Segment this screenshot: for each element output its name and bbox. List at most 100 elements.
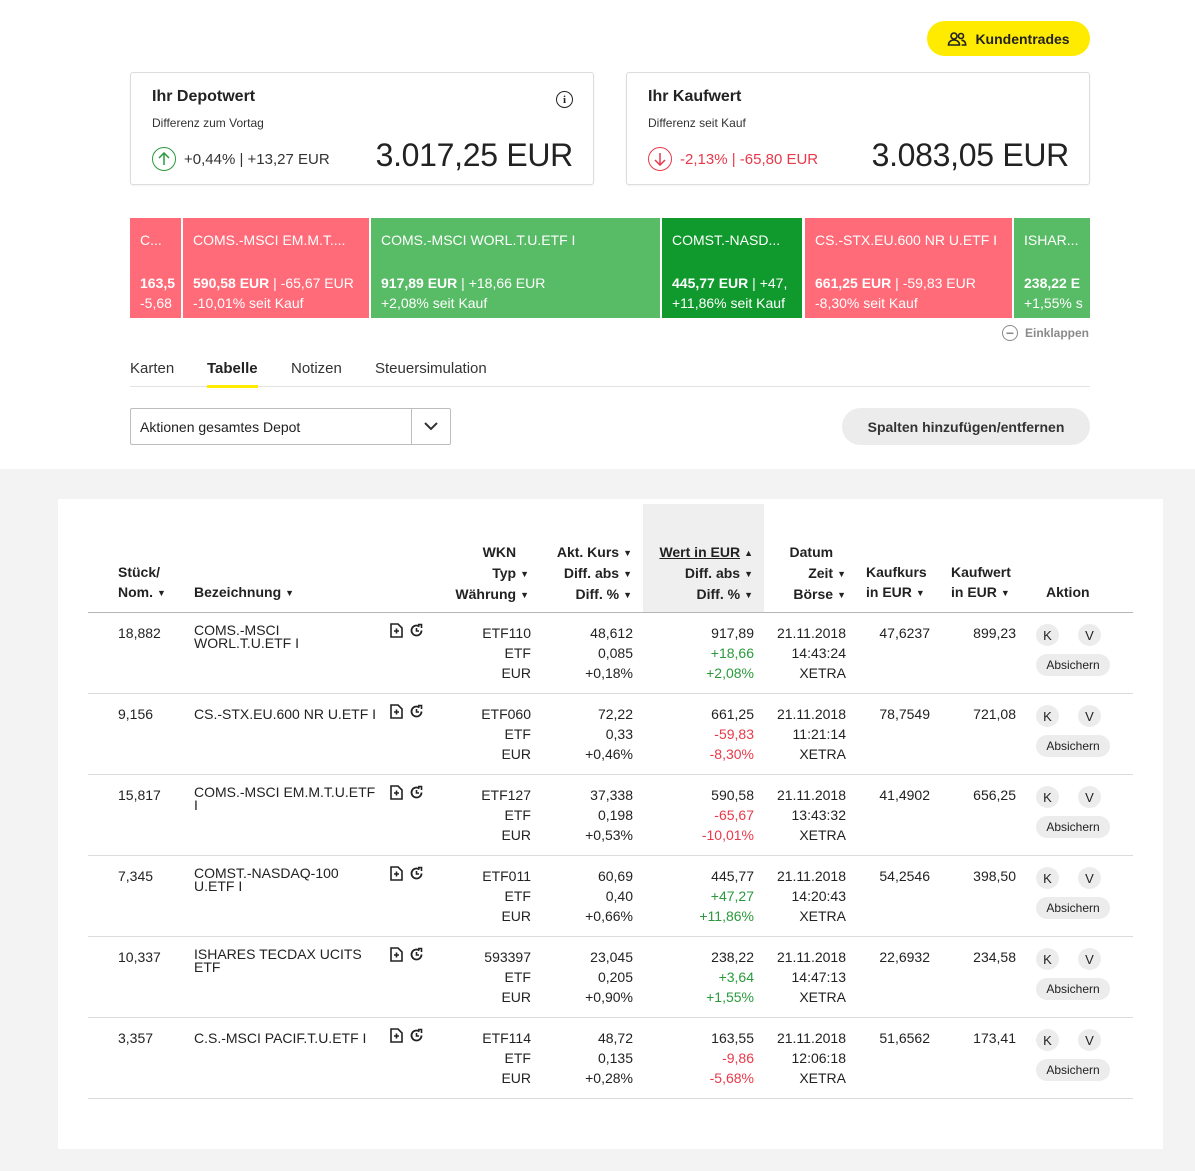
heatmap-tile[interactable]: C... 163,5 -5,68 [130,218,181,318]
kaufen-button[interactable]: K [1036,1029,1059,1051]
kurs-abs-text: 0,198 [597,807,633,823]
heatmap-tile[interactable]: CS.-STX.EU.600 NR U.ETF I 661,25 EUR | -… [805,218,1012,318]
chevron-down-icon: ▼ [744,569,753,579]
depot-select[interactable]: Aktionen gesamtes Depot [130,408,451,445]
einklappen-toggle[interactable]: − Einklappen [1002,325,1089,341]
chevron-down-icon[interactable] [411,409,450,444]
cell-bezeichnung[interactable]: ISHARES TECDAX UCITS ETF [194,947,379,974]
kaufen-button[interactable]: K [1036,705,1059,727]
cell-stueck: 3,357 [118,1030,154,1046]
tile-name: COMS.-MSCI EM.M.T.... [193,232,346,248]
header-text: Börse [793,586,834,602]
header-kaufkurs[interactable]: Kaufkurs in EUR ▼ [866,562,927,603]
kurs-pct-text: +0,46% [585,746,633,762]
absichern-button[interactable]: Absichern [1036,897,1110,919]
typ-text: ETF [504,1050,531,1066]
header-text: Diff. abs [563,565,620,581]
verkaufen-button[interactable]: V [1078,948,1101,970]
heatmap-tile[interactable]: ISHAR... 238,22 E +1,55% s [1014,218,1090,318]
wert-pct-text: -8,30% [709,746,754,762]
history-icon[interactable] [409,947,424,962]
cell-datum: 21.11.2018 13:43:32 XETRA [764,785,846,845]
zeit-text: 13:43:32 [791,807,847,823]
cell-bezeichnung[interactable]: COMST.-NASDAQ-100 U.ETF I [194,866,379,893]
cell-kaufkurs: 78,7549 [879,706,930,722]
absichern-button[interactable]: Absichern [1036,735,1110,757]
zeit-text: 12:06:18 [791,1050,847,1066]
zeit-text: 14:20:43 [791,888,847,904]
tab-karten[interactable]: Karten [130,360,174,377]
wert-pct-text: +11,86% [699,908,754,924]
header-text: Datum [789,544,834,560]
header-text: Nom. [118,584,153,600]
header-kaufwert[interactable]: Kaufwert in EUR ▼ [951,562,1011,603]
add-document-icon[interactable] [389,623,404,638]
header-wkn[interactable]: WKN▼ Typ▼ Währung▼ [440,542,529,605]
header-text: in EUR [951,584,997,600]
users-icon [948,31,967,46]
heatmap-tile[interactable]: COMS.-MSCI EM.M.T.... 590,58 EUR | -65,6… [183,218,369,318]
verkaufen-button[interactable]: V [1078,1029,1101,1051]
cell-datum: 21.11.2018 12:06:18 XETRA [764,1028,846,1088]
history-icon[interactable] [409,704,424,719]
add-document-icon[interactable] [389,704,404,719]
cell-kaufwert: 721,08 [973,706,1016,722]
verkaufen-button[interactable]: V [1078,705,1101,727]
history-icon[interactable] [409,866,424,881]
absichern-button[interactable]: Absichern [1036,654,1110,676]
cell-kaufkurs: 22,6932 [879,949,930,965]
header-stueck[interactable]: Stück/ Nom. ▼ [118,562,166,603]
add-document-icon[interactable] [389,866,404,881]
absichern-button[interactable]: Absichern [1036,1059,1110,1081]
heatmap-tile[interactable]: COMST.-NASD... 445,77 EUR | +47, +11,86%… [662,218,802,318]
chevron-down-icon: ▼ [744,590,753,600]
add-document-icon[interactable] [389,1028,404,1043]
zeit-text: 14:47:13 [791,969,847,985]
zeit-text: 14:43:24 [791,645,847,661]
tile-pct: -10,01% seit Kauf [193,295,304,311]
waehrung-text: EUR [501,827,531,843]
kaufen-button[interactable]: K [1036,786,1059,808]
absichern-button[interactable]: Absichern [1036,816,1110,838]
absichern-button[interactable]: Absichern [1036,978,1110,1000]
verkaufen-button[interactable]: V [1078,867,1101,889]
heatmap-tile[interactable]: COMS.-MSCI WORL.T.U.ETF I 917,89 EUR | +… [371,218,660,318]
cell-bezeichnung[interactable]: CS.-STX.EU.600 NR U.ETF I [194,707,379,721]
header-text: Akt. Kurs [556,544,620,560]
add-document-icon[interactable] [389,785,404,800]
add-document-icon[interactable] [389,947,404,962]
kurs-text: 48,612 [590,625,633,641]
wert-text: 661,25 [711,706,754,722]
spalten-button[interactable]: Spalten hinzufügen/entfernen [842,408,1090,445]
cell-datum: 21.11.2018 11:21:14 XETRA [764,704,846,764]
cell-bezeichnung[interactable]: C.S.-MSCI PACIF.T.U.ETF I [194,1031,379,1045]
history-icon[interactable] [409,623,424,638]
arrow-down-icon [648,147,672,171]
wert-text: 445,77 [711,868,754,884]
header-bezeichnung[interactable]: Bezeichnung ▼ [194,582,294,603]
header-kurs[interactable]: Akt. Kurs ▼ Diff. abs ▼ Diff. % ▼ [540,542,632,605]
cell-kaufkurs: 41,4902 [879,787,930,803]
tab-notizen[interactable]: Notizen [291,360,342,377]
row-divider [88,1017,1133,1018]
history-icon[interactable] [409,785,424,800]
verkaufen-button[interactable]: V [1078,624,1101,646]
info-icon[interactable]: i [556,91,573,108]
cell-datum: 21.11.2018 14:43:24 XETRA [764,623,846,683]
datum-text: 21.11.2018 [776,949,846,965]
cell-bezeichnung[interactable]: COMS.-MSCI EM.M.T.U.ETF I [194,785,379,812]
kundentrades-label: Kundentrades [975,30,1070,47]
header-wert[interactable]: Wert in EUR ▲ Diff. abs ▼ Diff. % ▼ [645,542,753,605]
kundentrades-button[interactable]: Kundentrades [927,21,1090,56]
tab-tabelle[interactable]: Tabelle [207,360,258,388]
kaufen-button[interactable]: K [1036,867,1059,889]
cell-bezeichnung[interactable]: COMS.-MSCI WORL.T.U.ETF I [194,623,379,650]
tab-steuersimulation[interactable]: Steuersimulation [375,360,487,377]
cell-kaufkurs: 54,2546 [879,868,930,884]
kaufen-button[interactable]: K [1036,948,1059,970]
history-icon[interactable] [409,1028,424,1043]
kaufen-button[interactable]: K [1036,624,1059,646]
header-text: in EUR [866,584,912,600]
header-datum[interactable]: Datum▼ Zeit▼ Börse▼ [764,542,846,605]
verkaufen-button[interactable]: V [1078,786,1101,808]
